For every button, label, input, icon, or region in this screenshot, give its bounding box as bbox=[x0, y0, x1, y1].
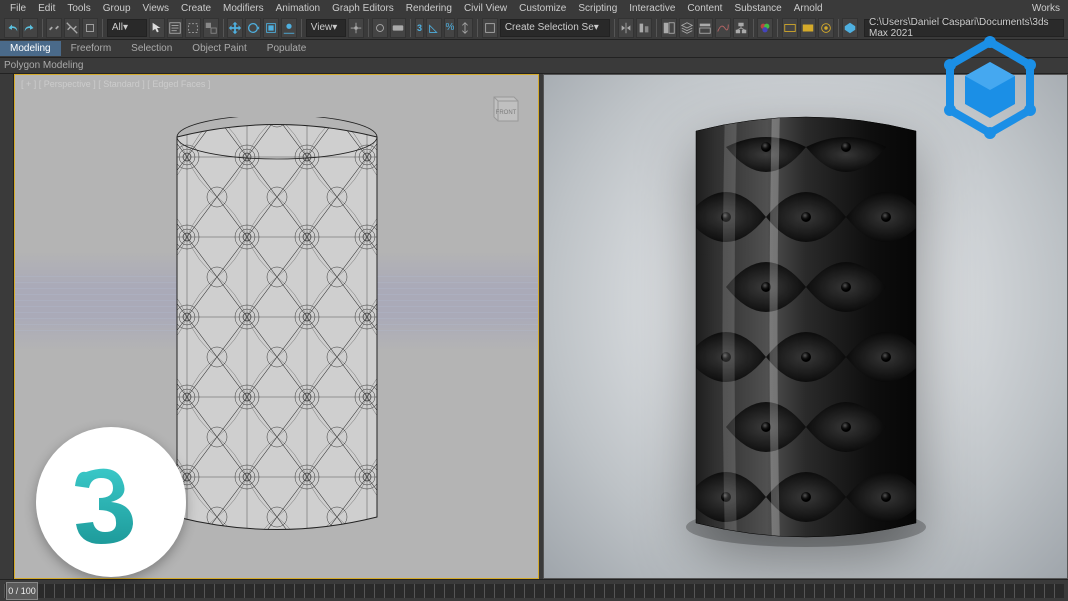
menu-interactive[interactable]: Interactive bbox=[623, 3, 681, 14]
menu-substance[interactable]: Substance bbox=[728, 3, 787, 14]
select-move-button[interactable] bbox=[227, 18, 243, 38]
main-toolbar: All ▾ View ▾ 3 % Create Selection Se ▾ C… bbox=[0, 16, 1068, 40]
percent-snap-button[interactable]: % bbox=[444, 18, 455, 38]
timeline: 0 / 100 bbox=[0, 579, 1068, 601]
menu-civil-view[interactable]: Civil View bbox=[458, 3, 513, 14]
logo-3dsmax-icon bbox=[36, 427, 186, 577]
menu-scripting[interactable]: Scripting bbox=[572, 3, 623, 14]
ribbon-tab-populate[interactable]: Populate bbox=[257, 41, 316, 56]
menu-file[interactable]: File bbox=[4, 3, 32, 14]
use-pivot-button[interactable] bbox=[348, 18, 364, 38]
ribbon-subpanel[interactable]: Polygon Modeling bbox=[0, 58, 1068, 74]
align-button[interactable] bbox=[636, 18, 652, 38]
menu-group[interactable]: Group bbox=[97, 3, 137, 14]
menu-create[interactable]: Create bbox=[175, 3, 217, 14]
toggle-ribbon-button[interactable] bbox=[697, 18, 713, 38]
toggle-layer-explorer-button[interactable] bbox=[679, 18, 695, 38]
window-crossing-button[interactable] bbox=[203, 18, 219, 38]
ribbon-tab-modeling[interactable]: Modeling bbox=[0, 41, 61, 56]
spinner-snap-button[interactable] bbox=[457, 18, 473, 38]
select-manipulate-button[interactable] bbox=[372, 18, 388, 38]
edit-named-sel-button[interactable] bbox=[482, 18, 498, 38]
render-setup-button[interactable] bbox=[782, 18, 798, 38]
select-rotate-button[interactable] bbox=[245, 18, 261, 38]
keyboard-shortcut-button[interactable] bbox=[390, 18, 406, 38]
mirror-button[interactable] bbox=[618, 18, 634, 38]
open-autodesk-button[interactable] bbox=[842, 18, 858, 38]
menu-edit[interactable]: Edit bbox=[32, 3, 61, 14]
ribbon-tabs: Modeling Freeform Selection Object Paint… bbox=[0, 40, 1068, 58]
toggle-scene-explorer-button[interactable] bbox=[661, 18, 677, 38]
render-production-button[interactable] bbox=[818, 18, 834, 38]
menu-rendering[interactable]: Rendering bbox=[400, 3, 458, 14]
ribbon-tab-selection[interactable]: Selection bbox=[121, 41, 182, 56]
schematic-view-button[interactable] bbox=[733, 18, 749, 38]
unlink-button[interactable] bbox=[64, 18, 80, 38]
angle-snap-button[interactable] bbox=[426, 18, 442, 38]
curve-editor-button[interactable] bbox=[715, 18, 731, 38]
svg-text:FRONT: FRONT bbox=[496, 110, 517, 116]
bind-button[interactable] bbox=[82, 18, 98, 38]
menu-content[interactable]: Content bbox=[681, 3, 728, 14]
viewcube[interactable]: FRONT bbox=[480, 83, 528, 131]
main-menu-bar: File Edit Tools Group Views Create Modif… bbox=[0, 0, 1068, 16]
select-object-button[interactable] bbox=[149, 18, 165, 38]
time-slider[interactable]: 0 / 100 bbox=[4, 584, 1064, 598]
menu-graph-editors[interactable]: Graph Editors bbox=[326, 3, 400, 14]
rendered-model bbox=[676, 107, 936, 547]
logo-hexagon-cube-icon bbox=[930, 32, 1050, 152]
menu-views[interactable]: Views bbox=[137, 3, 176, 14]
workspace-selector[interactable]: Works bbox=[1026, 3, 1064, 14]
ribbon-tab-object-paint[interactable]: Object Paint bbox=[182, 41, 256, 56]
menu-arnold[interactable]: Arnold bbox=[788, 3, 829, 14]
scene-explorer-strip[interactable] bbox=[0, 74, 14, 579]
select-by-name-button[interactable] bbox=[167, 18, 183, 38]
named-selection-dropdown[interactable]: Create Selection Se ▾ bbox=[500, 19, 610, 37]
material-editor-button[interactable] bbox=[757, 18, 773, 38]
menu-tools[interactable]: Tools bbox=[61, 3, 96, 14]
time-slider-handle[interactable]: 0 / 100 bbox=[6, 582, 38, 600]
selection-filter-dropdown[interactable]: All ▾ bbox=[107, 19, 147, 37]
reference-coord-dropdown[interactable]: View ▾ bbox=[306, 19, 346, 37]
redo-button[interactable] bbox=[22, 18, 38, 38]
undo-button[interactable] bbox=[4, 18, 20, 38]
snap-toggle-button[interactable]: 3 bbox=[415, 18, 425, 38]
wireframe-model[interactable] bbox=[157, 117, 397, 537]
link-button[interactable] bbox=[46, 18, 62, 38]
rendered-frame-button[interactable] bbox=[800, 18, 816, 38]
ribbon-tab-freeform[interactable]: Freeform bbox=[61, 41, 122, 56]
select-scale-button[interactable] bbox=[263, 18, 279, 38]
menu-animation[interactable]: Animation bbox=[270, 3, 326, 14]
select-place-button[interactable] bbox=[281, 18, 297, 38]
menu-modifiers[interactable]: Modifiers bbox=[217, 3, 270, 14]
menu-customize[interactable]: Customize bbox=[513, 3, 572, 14]
viewport-label[interactable]: [ + ] [ Perspective ] [ Standard ] [ Edg… bbox=[21, 79, 210, 89]
select-region-button[interactable] bbox=[185, 18, 201, 38]
